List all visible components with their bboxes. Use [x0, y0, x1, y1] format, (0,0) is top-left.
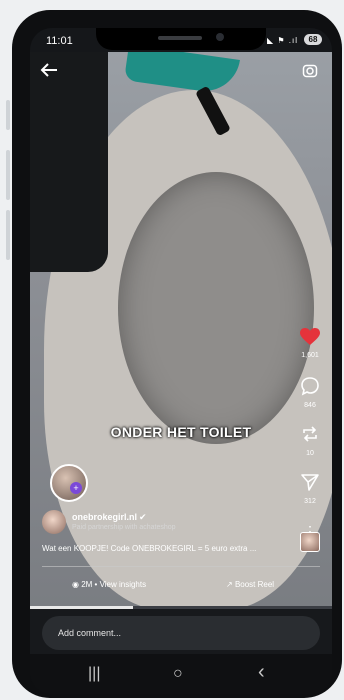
reel-description[interactable]: Wat een KOOPJE! Code ONEBROKEGIRL = 5 eu… — [42, 544, 292, 553]
boost-reel-button[interactable]: ↗ Boost Reel — [226, 580, 274, 589]
view-insights-button[interactable]: ◉ 2M • View insights — [72, 580, 146, 589]
phone-side-button — [6, 150, 10, 200]
toilet-bowl-image — [118, 172, 314, 444]
battery-icon: 68 — [304, 34, 322, 45]
creator-avatar-large[interactable] — [50, 464, 88, 502]
send-icon — [296, 472, 324, 496]
view-insights-label: 2M • View insights — [81, 580, 147, 589]
divider — [42, 566, 320, 567]
video-caption: ONDER HET TOILET — [110, 424, 252, 440]
like-action[interactable]: 1,601 — [296, 328, 324, 359]
avatar[interactable] — [42, 510, 66, 534]
phone-side-button — [6, 100, 10, 130]
heart-icon — [296, 328, 324, 350]
comment-count: 846 — [304, 402, 316, 409]
share-count: 312 — [304, 498, 316, 505]
comment-bubble-icon — [296, 376, 324, 400]
phone-side-button — [6, 210, 10, 260]
camera-notch — [96, 28, 266, 50]
front-camera — [216, 33, 224, 41]
share-action[interactable]: 312 — [296, 472, 324, 505]
audio-thumbnail[interactable] — [300, 532, 320, 552]
author-row: onebrokegirl.nl ✔ Paid partnership with … — [42, 510, 292, 536]
status-signal-icons: ◣ ⚑ .ıl — [267, 36, 298, 45]
speaker-grill — [158, 36, 202, 40]
camera-icon[interactable] — [302, 62, 318, 83]
repost-icon — [296, 424, 324, 448]
phone-screen: 11:01 ◣ ⚑ .ıl 68 ONDER HET TOILET 1,601 — [30, 28, 332, 694]
boost-reel-label: Boost Reel — [234, 580, 275, 589]
status-time: 11:01 — [46, 35, 73, 47]
repost-action[interactable]: 10 — [296, 424, 324, 457]
comment-bar: Add comment... — [30, 610, 332, 654]
add-comment-input[interactable]: Add comment... — [42, 616, 320, 650]
playback-progress-bar[interactable] — [30, 606, 332, 609]
repost-count: 10 — [306, 450, 314, 457]
playback-progress-fill — [30, 606, 133, 609]
eye-icon: ◉ — [72, 580, 82, 589]
follow-plus-icon[interactable]: + — [70, 482, 82, 494]
trend-up-icon: ↗ — [226, 580, 235, 589]
verified-badge-icon: ✔ — [139, 512, 147, 522]
like-count: 1,601 — [301, 352, 319, 359]
back-arrow-icon[interactable] — [40, 62, 58, 83]
recents-icon[interactable]: ||| — [88, 665, 100, 683]
home-icon[interactable]: ○ — [173, 665, 183, 683]
back-icon[interactable]: ‹ — [258, 661, 265, 684]
android-nav-bar: ||| ○ ‹ — [30, 654, 332, 694]
dark-object-image — [30, 52, 108, 272]
comment-action[interactable]: 846 — [296, 376, 324, 409]
author-username[interactable]: onebrokegirl.nl — [72, 512, 137, 522]
paid-partnership-label[interactable]: Paid partnership with achateshop — [72, 524, 176, 531]
